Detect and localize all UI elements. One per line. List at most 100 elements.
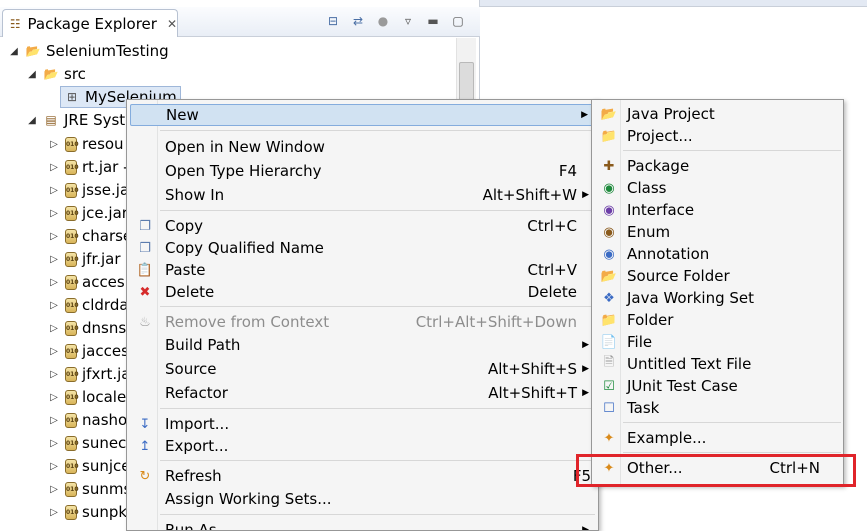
tree-item-jar[interactable]: ▷ 010 jfr.jar [48,248,120,270]
tab-package-explorer[interactable]: ☷ Package Explorer ✕ [2,9,178,37]
collapse-arrow-icon[interactable]: ▷ [48,369,60,380]
collapse-arrow-icon[interactable]: ▷ [48,392,60,403]
expand-arrow-icon[interactable]: ◢ [26,115,38,126]
collapse-arrow-icon[interactable]: ▷ [48,484,60,495]
menu-separator [160,408,595,409]
view-menu-icon[interactable]: ▿ [400,13,416,29]
tree-item-jar[interactable]: ▷ 010 rt.jar - [48,156,128,178]
tree-item-jar[interactable]: ▷ 010 jce.jar [48,202,128,224]
tree-item-jar[interactable]: ▷ 010 acces [48,271,125,293]
maximize-icon[interactable]: ▢ [450,13,466,29]
expand-arrow-icon[interactable]: ◢ [26,69,38,80]
collapse-all-icon[interactable]: ⊟ [325,13,341,29]
jar-icon: 010 [65,205,79,221]
collapse-arrow-icon[interactable]: ▷ [48,415,60,426]
tree-item-jar[interactable]: ▷ 010 charse [48,225,132,247]
refresh-icon: ↻ [139,468,151,484]
submenu-item-task[interactable]: ☐ Task [595,397,840,419]
close-icon[interactable]: ✕ [167,17,177,31]
menu-item-copy-qualified-name[interactable]: ❐ Copy Qualified Name [130,237,595,259]
collapse-arrow-icon[interactable]: ▷ [48,139,60,150]
collapse-arrow-icon[interactable]: ▷ [48,461,60,472]
tree-item-jar[interactable]: ▷ 010 nasho [48,409,127,431]
source-folder-icon: 📂 [600,268,618,284]
tree-item-jar[interactable]: ▷ 010 sunms [48,478,131,500]
scrollbar-thumb[interactable] [459,62,474,102]
submenu-item-source-folder[interactable]: 📂 Source Folder [595,265,840,287]
tree-item-jar[interactable]: ▷ 010 jfxrt.ja [48,363,130,385]
link-editor-icon[interactable]: ⇄ [350,13,366,29]
menu-item-assign-working-sets[interactable]: Assign Working Sets... [130,488,595,510]
tree-item-jar[interactable]: ▷ 010 resou [48,133,123,155]
collapse-arrow-icon[interactable]: ▷ [48,254,60,265]
jar-icon: 010 [65,136,79,152]
submenu-item-package[interactable]: ✚ Package [595,155,840,177]
file-icon: 📄 [600,334,618,350]
menu-item-copy[interactable]: ❐ Copy Ctrl+C [130,215,595,237]
tree-item-jar[interactable]: ▷ 010 sunjce [48,455,130,477]
submenu-item-project[interactable]: 📁 Project... [595,125,840,147]
submenu-item-class[interactable]: ◉ Class [595,177,840,199]
submenu-item-java-working-set[interactable]: ❖ Java Working Set [595,287,840,309]
remove-context-icon: ♨ [139,314,151,330]
menu-item-show-in[interactable]: Show In Alt+Shift+W ▶ [130,184,595,206]
collapse-arrow-icon[interactable]: ▷ [48,231,60,242]
copy-qualified-icon: ❐ [139,240,151,256]
submenu-arrow-icon: ▶ [581,110,588,120]
menu-item-remove-from-context[interactable]: ♨ Remove from Context Ctrl+Alt+Shift+Dow… [130,311,595,333]
jar-icon: 010 [65,412,79,428]
collapse-arrow-icon[interactable]: ▷ [48,208,60,219]
submenu-item-junit-test-case[interactable]: ☑ JUnit Test Case [595,375,840,397]
export-icon: ↥ [139,438,151,454]
menu-item-refresh[interactable]: ↻ Refresh F5 [130,465,595,487]
jar-icon: 010 [65,251,79,267]
collapse-arrow-icon[interactable]: ▷ [48,507,60,518]
menu-item-build-path[interactable]: Build Path ▶ [130,334,595,356]
tree-item-src[interactable]: ◢ 📂 src [26,63,86,85]
tree-item-jar[interactable]: ▷ 010 jsse.ja [48,179,129,201]
menu-separator [623,422,841,423]
collapse-arrow-icon[interactable]: ▷ [48,346,60,357]
submenu-item-file[interactable]: 📄 File [595,331,840,353]
submenu-item-enum[interactable]: ◉ Enum [595,221,840,243]
tree-item-jar[interactable]: ▷ 010 sunpk [48,501,127,523]
submenu-item-example[interactable]: ✦ Example... [595,427,840,449]
menu-item-new[interactable]: New ▶ [130,104,595,126]
package-icon: ✚ [603,158,615,174]
collapse-arrow-icon[interactable]: ▷ [48,323,60,334]
tree-item-jar[interactable]: ▷ 010 jacces [48,340,129,362]
tree-item-jar[interactable]: ▷ 010 cldrda [48,294,128,316]
menu-item-import[interactable]: ↧ Import... [130,413,595,435]
submenu-item-annotation[interactable]: ◉ Annotation [595,243,840,265]
menu-item-delete[interactable]: ✖ Delete Delete [130,281,595,303]
tree-item-jar[interactable]: ▷ 010 dnsns [48,317,126,339]
jar-icon: 010 [65,481,79,497]
menu-item-run-as[interactable]: Run As ▶ [130,519,595,530]
expand-arrow-icon[interactable]: ◢ [8,46,20,57]
menu-item-source[interactable]: Source Alt+Shift+S ▶ [130,358,595,380]
task-icon: ☐ [603,400,615,416]
junit-icon: ☑ [603,378,615,394]
collapse-arrow-icon[interactable]: ▷ [48,300,60,311]
tree-item-project[interactable]: ◢ 📂 SeleniumTesting [8,40,169,62]
menu-item-paste[interactable]: 📋 Paste Ctrl+V [130,259,595,281]
submenu-item-untitled-text-file[interactable]: 🗎 Untitled Text File [595,353,840,375]
minimize-icon[interactable]: ▬ [425,13,441,29]
submenu-item-java-project[interactable]: 📂 Java Project [595,103,840,125]
collapse-arrow-icon[interactable]: ▷ [48,162,60,173]
menu-item-refactor[interactable]: Refactor Alt+Shift+T ▶ [130,382,595,404]
tree-item-jar[interactable]: ▷ 010 locale [48,386,126,408]
submenu-item-interface[interactable]: ◉ Interface [595,199,840,221]
jar-icon: 010 [65,504,79,520]
tree-item-jar[interactable]: ▷ 010 sunec [48,432,126,454]
collapse-arrow-icon[interactable]: ▷ [48,277,60,288]
menu-item-open-type-hierarchy[interactable]: Open Type Hierarchy F4 [130,160,595,182]
menu-item-export[interactable]: ↥ Export... [130,435,595,457]
submenu-item-folder[interactable]: 📁 Folder [595,309,840,331]
source-folder-icon: 📂 [43,67,59,81]
collapse-arrow-icon[interactable]: ▷ [48,185,60,196]
package-icon: ⊞ [66,90,78,104]
focus-icon[interactable]: ● [375,13,391,29]
menu-item-open-in-new-window[interactable]: Open in New Window [130,136,595,158]
collapse-arrow-icon[interactable]: ▷ [48,438,60,449]
